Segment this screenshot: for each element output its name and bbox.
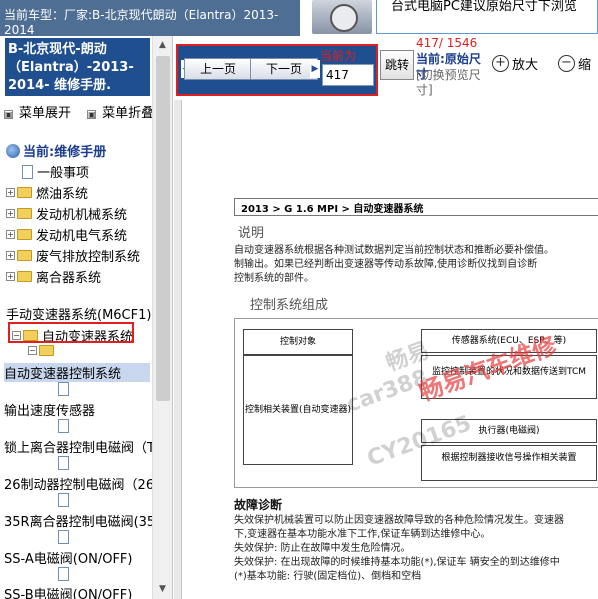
paragraph: 失效保护: 防止在故障中发生危险情况。 xyxy=(234,543,411,554)
folder-icon xyxy=(17,208,32,219)
expand-node-icon[interactable]: + xyxy=(6,272,15,281)
page-number-input[interactable] xyxy=(322,64,374,86)
tree-item-output-speed[interactable]: 输出速度传感器 xyxy=(4,400,95,419)
paragraph: 失效保护机械装置可以防止因变速器故障导致的各种危险情况发生。变速器 xyxy=(234,515,564,526)
tree-item-auto-trans-control[interactable]: 自动变速器控制系统 xyxy=(4,363,150,382)
tree-item-26-brake-solenoid[interactable]: 26制动器控制电磁阀（26 xyxy=(4,474,154,493)
control-system-diagram: 控制对象 控制相关装置(自动变速器) 传感器系统(ECU、ESP、等) 监控控制… xyxy=(234,318,598,488)
scroll-down-icon[interactable]: ▼ xyxy=(155,582,170,597)
document-icon xyxy=(58,493,69,507)
document-viewer[interactable]: 2013 > G 1.6 MPI > 自动变速器系统 说明 自动变速器系统根据各… xyxy=(182,100,598,599)
section-control-system: 控制系统组成 xyxy=(250,298,329,313)
viewer-gutter xyxy=(174,100,182,599)
section-description: 说明 xyxy=(238,226,265,241)
scroll-thumb[interactable] xyxy=(156,56,170,401)
tree-item-doc[interactable] xyxy=(58,419,73,433)
document-icon xyxy=(22,164,33,179)
tree-item-subfolder[interactable]: − xyxy=(28,345,58,356)
folder-icon xyxy=(17,187,32,198)
document-icon xyxy=(58,419,69,433)
scroll-up-icon[interactable]: ▲ xyxy=(155,38,170,53)
tree-item-doc[interactable] xyxy=(58,493,73,507)
expand-collapse-row: ▣ 菜单展开 ▣ 菜单折叠 xyxy=(4,102,166,121)
tree-item-manual-trans[interactable]: 手动变速器系统(M6CF1) xyxy=(6,304,151,323)
banner-box: 台式电脑PC建议原始尺寸下浏览 xyxy=(376,0,598,34)
section-fault-diagnosis: 故障诊断 xyxy=(234,498,283,512)
tree-item-doc[interactable] xyxy=(58,382,73,396)
zoom-in-icon: + xyxy=(492,55,509,72)
folder-icon xyxy=(17,250,32,261)
tree-item-engine-mech[interactable]: + 发动机机械系统 xyxy=(6,204,127,223)
tree-root[interactable]: 当前:维修手册 xyxy=(6,141,106,160)
prev-page-button[interactable]: 上一页 xyxy=(184,58,252,80)
folder-icon xyxy=(17,229,32,240)
paragraph: (*)基本功能: 行驶(固定档位)、倒档和空档 xyxy=(234,571,422,582)
collapse-node-icon[interactable]: − xyxy=(28,346,37,355)
right-arrow-icon: ▶ xyxy=(310,60,320,78)
tree-item-doc[interactable] xyxy=(58,456,73,470)
manual-title[interactable]: B-北京现代-朗动（Elantra）-2013-2014- 维修手册. xyxy=(5,38,150,96)
document-icon xyxy=(58,567,69,581)
document-icon xyxy=(58,382,69,396)
tree-item-ss-a-solenoid[interactable]: SS-A电磁阀(ON/OFF) xyxy=(4,548,132,567)
current-car-model: 当前车型：厂家:B-北京现代朗动（Elantra）2013-2014 xyxy=(0,0,300,36)
top-bar: 当前车型：厂家:B-北京现代朗动（Elantra）2013-2014 台式电脑P… xyxy=(0,0,598,36)
current-page-label: 当前为 xyxy=(320,49,357,63)
tree-item-engine-elec[interactable]: + 发动机电气系统 xyxy=(6,225,127,244)
expand-node-icon[interactable]: + xyxy=(6,188,15,197)
expand-node-icon[interactable]: + xyxy=(6,230,15,239)
paragraph: 自动变速器系统根据各种测试数据判定当前控制状态和推断必要补偿值。 xyxy=(234,245,554,256)
banner-text: 台式电脑PC建议原始尺寸下浏览 xyxy=(391,0,577,14)
sidebar-scrollbar[interactable]: ▲ ▼ xyxy=(152,36,172,599)
document-icon xyxy=(58,456,69,470)
zoom-out-button[interactable]: − 缩 xyxy=(558,54,591,73)
tree-item-doc[interactable] xyxy=(58,530,73,544)
paragraph: 制输出。如果已经判断出变速器等传动系故障,使用诊断仪找到自诊断 xyxy=(234,259,538,270)
banner: 台式电脑PC建议原始尺寸下浏览 xyxy=(300,0,598,36)
expand-node-icon[interactable]: + xyxy=(6,251,15,260)
collapse-all-button[interactable]: ▣ 菜单折叠 xyxy=(87,106,160,121)
tree-item-doc[interactable] xyxy=(58,567,73,581)
box-control-target: 控制对象 xyxy=(243,329,353,355)
jump-button[interactable]: 跳转 xyxy=(380,50,414,80)
expand-all-button[interactable]: ▣ 菜单展开 xyxy=(4,106,77,121)
expand-node-icon[interactable]: + xyxy=(6,209,15,218)
expand-icon: ▣ xyxy=(4,110,13,119)
box-operate: 根据控制器接收信号操作相关装置 xyxy=(421,445,597,481)
viewer-toolbar: ◀ 上一页 下一页 ▶ 当前为 跳转 417/ 1546 当前:原始尺寸 [切换… xyxy=(174,36,598,100)
folder-icon xyxy=(17,271,32,282)
tree-item-clutch[interactable]: + 离合器系统 xyxy=(6,267,101,286)
globe-icon xyxy=(6,143,20,158)
page-count: 417/ 1546 xyxy=(416,36,478,50)
switch-preview-size-link[interactable]: [切换预览尺寸] xyxy=(416,68,484,98)
box-actuator-left: 控制相关装置(自动变速器) xyxy=(243,355,353,465)
tree-item-fuel[interactable]: + 燃油系统 xyxy=(6,183,88,202)
document-icon xyxy=(58,530,69,544)
page-breadcrumb: 2013 > G 1.6 MPI > 自动变速器系统 xyxy=(234,198,598,216)
tree-item-35r-clutch-solenoid[interactable]: 35R离合器控制电磁阀(35 xyxy=(4,511,155,530)
highlight-annotation xyxy=(8,322,134,343)
paragraph: 下,变速器在基本功能水准下工作,保证车辆到达维修中心。 xyxy=(234,529,491,540)
collapse-icon: ▣ xyxy=(87,110,97,119)
zoom-out-icon: − xyxy=(558,55,575,72)
next-page-button[interactable]: 下一页 xyxy=(250,58,318,80)
tree-item-ss-b-solenoid[interactable]: SS-B电磁阀(ON/OFF) xyxy=(4,584,132,599)
tree-item-lockup-solenoid[interactable]: 锁上离合器控制电磁阀（T xyxy=(4,437,155,456)
page-nav-group: ◀ 上一页 下一页 ▶ 当前为 xyxy=(176,44,378,96)
sidebar-tree: B-北京现代-朗动（Elantra）-2013-2014- 维修手册. ▣ 菜单展… xyxy=(0,36,173,599)
manual-page: 2013 > G 1.6 MPI > 自动变速器系统 说明 自动变速器系统根据各… xyxy=(234,188,598,599)
tree-item-emission[interactable]: + 废气排放控制系统 xyxy=(6,246,140,265)
paragraph: 控制系统的部件。 xyxy=(234,273,314,284)
banner-logo-icon xyxy=(312,0,372,34)
paragraph: 失效保护: 在出现故障的时候维持基本功能(*),保证车 辆安全的到达维修中 xyxy=(234,557,560,568)
folder-open-icon xyxy=(39,345,54,356)
zoom-in-button[interactable]: + 放大 xyxy=(492,54,538,73)
tree-item-general[interactable]: 一般事项 xyxy=(22,162,89,181)
